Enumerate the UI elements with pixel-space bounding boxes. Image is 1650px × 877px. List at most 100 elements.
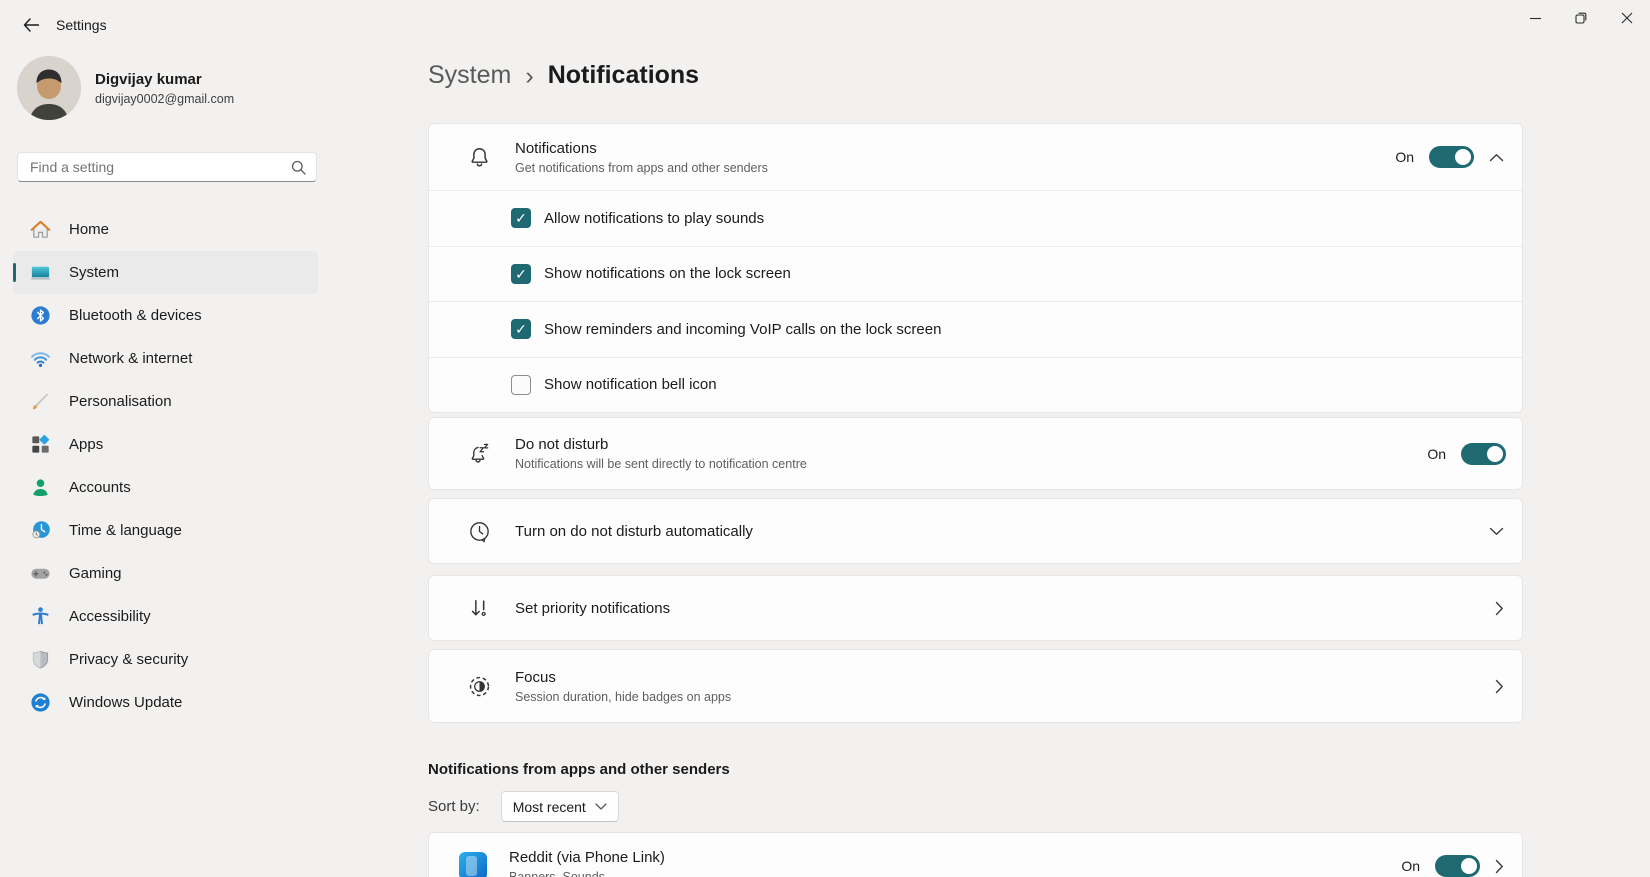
option-label: Show notification bell icon xyxy=(544,376,717,393)
dnd-automatic-title: Turn on do not disturb automatically xyxy=(515,523,753,540)
window-controls xyxy=(1512,0,1650,36)
option-label: Show reminders and incoming VoIP calls o… xyxy=(544,321,941,338)
do-not-disturb-row: Do not disturb Notifications will be sen… xyxy=(429,436,1522,471)
notifications-title: Notifications xyxy=(515,140,768,157)
notifications-toggle[interactable] xyxy=(1429,146,1474,168)
clock-schedule-icon xyxy=(467,519,492,544)
do-not-disturb-subtitle: Notifications will be sent directly to n… xyxy=(515,457,807,471)
sidebar-item-gaming[interactable]: Gaming xyxy=(13,552,318,595)
sidebar-item-system[interactable]: System xyxy=(13,251,318,294)
priority-notifications-row[interactable]: Set priority notifications xyxy=(429,596,1522,621)
restore-icon xyxy=(1575,12,1587,24)
sidebar-item-label: Personalisation xyxy=(69,393,172,410)
back-arrow-icon xyxy=(23,18,39,32)
user-profile[interactable]: Digvijay kumar digvijay0002@gmail.com xyxy=(17,56,234,120)
notifications-header-row[interactable]: Notifications Get notifications from app… xyxy=(429,124,1522,190)
search-input[interactable] xyxy=(28,158,291,176)
chevron-up-icon[interactable] xyxy=(1489,153,1504,162)
system-icon xyxy=(29,261,52,284)
reddit-toggle-label: On xyxy=(1401,858,1420,874)
close-icon xyxy=(1621,12,1633,24)
restore-button[interactable] xyxy=(1558,0,1604,36)
sidebar-item-accounts[interactable]: Accounts xyxy=(13,466,318,509)
user-name: Digvijay kumar xyxy=(95,71,234,88)
app-notification-card-reddit[interactable]: Reddit (via Phone Link) Banners, Sounds … xyxy=(428,832,1523,877)
focus-row[interactable]: Focus Session duration, hide badges on a… xyxy=(429,669,1522,704)
accounts-icon xyxy=(29,476,52,499)
do-not-disturb-title: Do not disturb xyxy=(515,436,807,453)
close-button[interactable] xyxy=(1604,0,1650,36)
do-not-disturb-toggle-label: On xyxy=(1427,446,1446,462)
apps-section-heading: Notifications from apps and other sender… xyxy=(428,761,730,778)
reddit-app-subtitle: Banners, Sounds xyxy=(509,870,665,877)
sidebar-item-label: Time & language xyxy=(69,522,182,539)
checkbox-reminders-voip[interactable] xyxy=(511,319,531,339)
sidebar-item-label: Accounts xyxy=(69,479,131,496)
chevron-right-icon[interactable] xyxy=(1495,601,1504,616)
settings-window: Settings Digvijay kumar digvijay0002@gma… xyxy=(0,0,1650,877)
option-play-sounds[interactable]: Allow notifications to play sounds xyxy=(429,190,1522,246)
breadcrumb-parent[interactable]: System xyxy=(428,61,511,90)
minimize-button[interactable] xyxy=(1512,0,1558,36)
focus-subtitle: Session duration, hide badges on apps xyxy=(515,690,731,704)
sidebar-item-label: Gaming xyxy=(69,565,122,582)
reddit-row[interactable]: Reddit (via Phone Link) Banners, Sounds … xyxy=(429,833,1522,877)
sidebar-item-label: Windows Update xyxy=(69,694,182,711)
sidebar-item-network-internet[interactable]: Network & internet xyxy=(13,337,318,380)
chevron-down-icon[interactable] xyxy=(1489,527,1504,536)
priority-notifications-card[interactable]: Set priority notifications xyxy=(428,575,1523,641)
sidebar-item-privacy-security[interactable]: Privacy & security xyxy=(13,638,318,681)
sidebar-item-home[interactable]: Home xyxy=(13,208,318,251)
dnd-automatic-card[interactable]: Turn on do not disturb automatically xyxy=(428,498,1523,564)
option-label: Show notifications on the lock screen xyxy=(544,265,791,282)
search-icon xyxy=(291,160,306,175)
sidebar-item-windows-update[interactable]: Windows Update xyxy=(13,681,318,724)
option-reminders-voip[interactable]: Show reminders and incoming VoIP calls o… xyxy=(429,301,1522,357)
minimize-icon xyxy=(1530,13,1541,24)
gaming-icon xyxy=(29,562,52,585)
checkbox-bell-icon[interactable] xyxy=(511,375,531,395)
breadcrumb-separator-icon: › xyxy=(525,62,533,91)
chevron-down-icon xyxy=(595,803,607,810)
avatar xyxy=(17,56,81,120)
option-bell-icon[interactable]: Show notification bell icon xyxy=(429,357,1522,413)
reddit-toggle[interactable] xyxy=(1435,855,1480,877)
sidebar-item-label: Home xyxy=(69,221,109,238)
dnd-automatic-row[interactable]: Turn on do not disturb automatically xyxy=(429,519,1522,544)
time-language-icon xyxy=(29,519,52,542)
back-button[interactable] xyxy=(12,10,50,40)
bluetooth-icon xyxy=(29,304,52,327)
sidebar-item-apps[interactable]: Apps xyxy=(13,423,318,466)
focus-card[interactable]: Focus Session duration, hide badges on a… xyxy=(428,649,1523,723)
accessibility-icon xyxy=(29,605,52,628)
sort-dropdown[interactable]: Most recent xyxy=(501,791,619,822)
chevron-right-icon[interactable] xyxy=(1495,679,1504,694)
sidebar-item-bluetooth-devices[interactable]: Bluetooth & devices xyxy=(13,294,318,337)
user-email: digvijay0002@gmail.com xyxy=(95,92,234,106)
titlebar: Settings xyxy=(0,0,1650,50)
checkbox-lock-screen[interactable] xyxy=(511,264,531,284)
priority-notifications-title: Set priority notifications xyxy=(515,600,670,617)
option-label: Allow notifications to play sounds xyxy=(544,210,764,227)
chevron-right-icon[interactable] xyxy=(1495,859,1504,874)
sidebar-nav: Home System Bluetooth & devices Network … xyxy=(13,208,318,724)
sidebar-item-personalisation[interactable]: Personalisation xyxy=(13,380,318,423)
option-lock-screen[interactable]: Show notifications on the lock screen xyxy=(429,246,1522,302)
notifications-toggle-label: On xyxy=(1395,149,1414,165)
network-icon xyxy=(29,347,52,370)
sidebar-item-time-language[interactable]: Time & language xyxy=(13,509,318,552)
do-not-disturb-toggle[interactable] xyxy=(1461,443,1506,465)
search-box[interactable] xyxy=(17,152,317,182)
reddit-app-name: Reddit (via Phone Link) xyxy=(509,849,665,866)
sidebar-item-accessibility[interactable]: Accessibility xyxy=(13,595,318,638)
user-info: Digvijay kumar digvijay0002@gmail.com xyxy=(95,71,234,106)
privacy-icon xyxy=(29,648,52,671)
window-title: Settings xyxy=(56,17,107,33)
checkbox-play-sounds[interactable] xyxy=(511,208,531,228)
sort-dropdown-value: Most recent xyxy=(513,799,586,815)
sidebar-item-label: Network & internet xyxy=(69,350,192,367)
sort-by-label: Sort by: xyxy=(428,798,480,815)
sidebar-item-label: Apps xyxy=(69,436,103,453)
sidebar-item-label: Bluetooth & devices xyxy=(69,307,202,324)
sort-row: Sort by: Most recent xyxy=(428,791,619,822)
